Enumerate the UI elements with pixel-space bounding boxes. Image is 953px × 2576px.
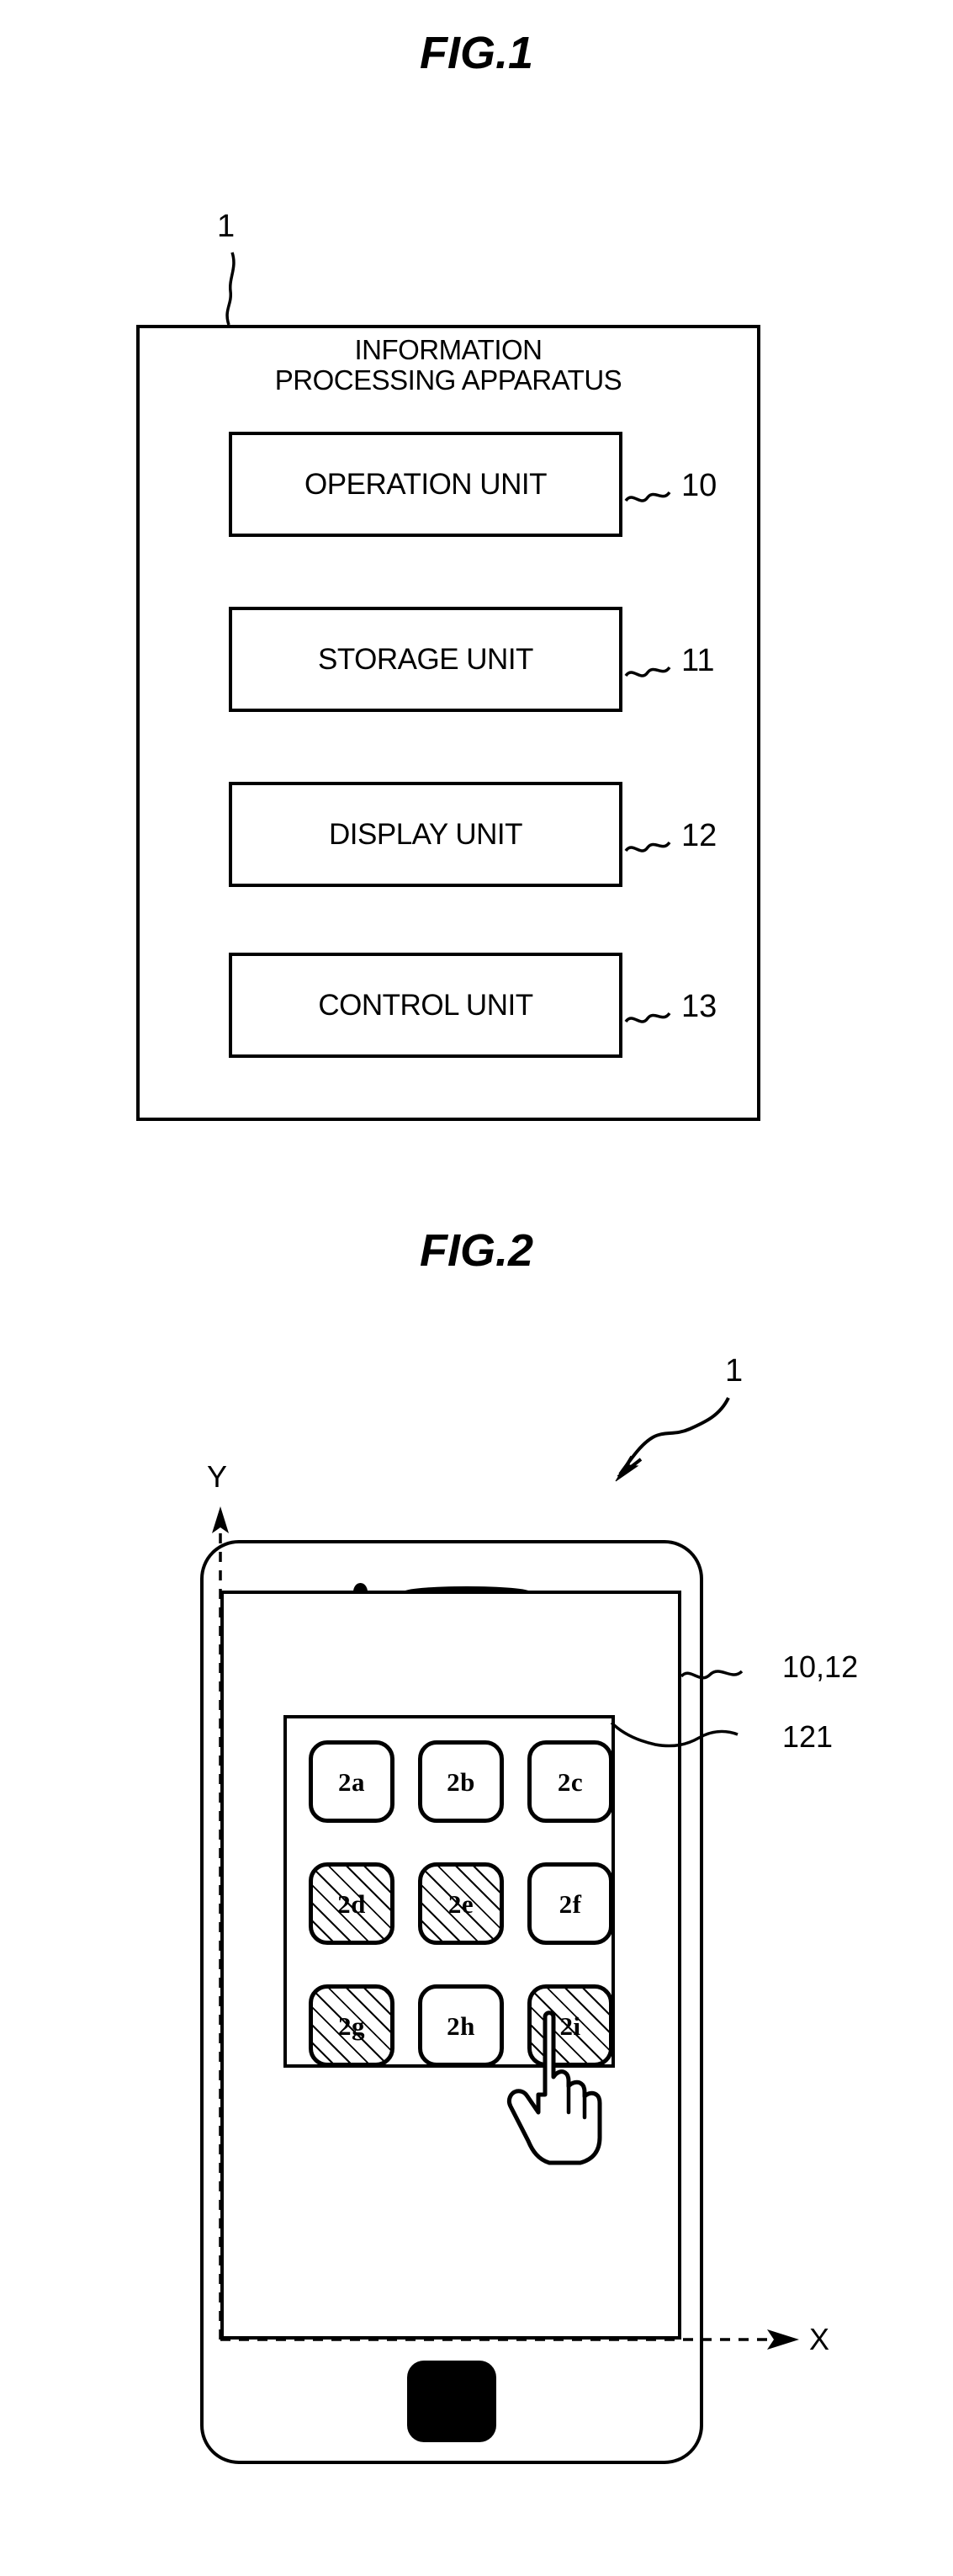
- key-2a-label: 2a: [338, 1766, 365, 1797]
- key-2g-label: 2g: [338, 2010, 365, 2041]
- display-unit-label: DISPLAY UNIT: [329, 818, 523, 851]
- fig2-title: FIG.2: [419, 1225, 534, 1276]
- home-button[interactable]: [407, 2361, 496, 2442]
- key-2h[interactable]: 2h: [418, 1984, 504, 2067]
- fig1-ref-1: 1: [217, 209, 236, 244]
- control-unit-label: CONTROL UNIT: [318, 989, 533, 1022]
- leader-line-fig2-device: [618, 1397, 730, 1476]
- key-2i[interactable]: 2i: [527, 1984, 613, 2067]
- display-unit-ref: 12: [681, 818, 717, 853]
- key-2a[interactable]: 2a: [309, 1740, 394, 1823]
- key-panel-ref: 121: [782, 1719, 834, 1754]
- apparatus-title-line2: PROCESSING APPARATUS: [274, 364, 622, 396]
- apparatus-title-line1: INFORMATION: [354, 334, 543, 365]
- storage-unit-label: STORAGE UNIT: [318, 643, 533, 676]
- operation-unit-ref: 10: [681, 468, 717, 503]
- x-axis-arrowhead: [767, 2329, 799, 2350]
- control-unit-ref: 13: [681, 989, 717, 1024]
- display-unit-box[interactable]: DISPLAY UNIT: [229, 782, 622, 887]
- patent-figure-sheet: FIG.1 1 INFORMATION PROCESSING APPARATUS…: [0, 0, 953, 2576]
- y-axis-arrowhead: [212, 1506, 229, 1533]
- control-unit-box[interactable]: CONTROL UNIT: [229, 953, 622, 1058]
- key-2f-label: 2f: [559, 1888, 582, 1919]
- display-unit-ref-fig2: 10,12: [782, 1649, 859, 1684]
- y-axis-label: Y: [207, 1459, 228, 1494]
- operation-unit-box[interactable]: OPERATION UNIT: [229, 432, 622, 537]
- fig2-device-ref: 1: [725, 1353, 744, 1389]
- key-2c-label: 2c: [557, 1766, 584, 1797]
- leader-line-fig1-ref1: [225, 252, 236, 326]
- x-axis-label: X: [809, 2322, 830, 2356]
- key-2h-label: 2h: [447, 2010, 475, 2041]
- key-2i-label: 2i: [559, 2010, 581, 2041]
- key-2b-label: 2b: [447, 1766, 475, 1797]
- arrowhead-fig2-device: [615, 1455, 639, 1482]
- key-2g[interactable]: 2g: [309, 1984, 394, 2067]
- key-2d-label: 2d: [337, 1888, 366, 1919]
- key-2b[interactable]: 2b: [418, 1740, 504, 1823]
- fig1-title: FIG.1: [419, 28, 534, 78]
- key-2d[interactable]: 2d: [309, 1862, 394, 1945]
- storage-unit-box[interactable]: STORAGE UNIT: [229, 607, 622, 712]
- key-2e[interactable]: 2e: [418, 1862, 504, 1945]
- key-2f[interactable]: 2f: [527, 1862, 613, 1945]
- arrow-barb-fig2-device: [617, 1458, 643, 1479]
- key-2c[interactable]: 2c: [527, 1740, 613, 1823]
- storage-unit-ref: 11: [681, 643, 715, 678]
- key-2e-label: 2e: [447, 1888, 474, 1919]
- operation-unit-label: OPERATION UNIT: [304, 468, 547, 501]
